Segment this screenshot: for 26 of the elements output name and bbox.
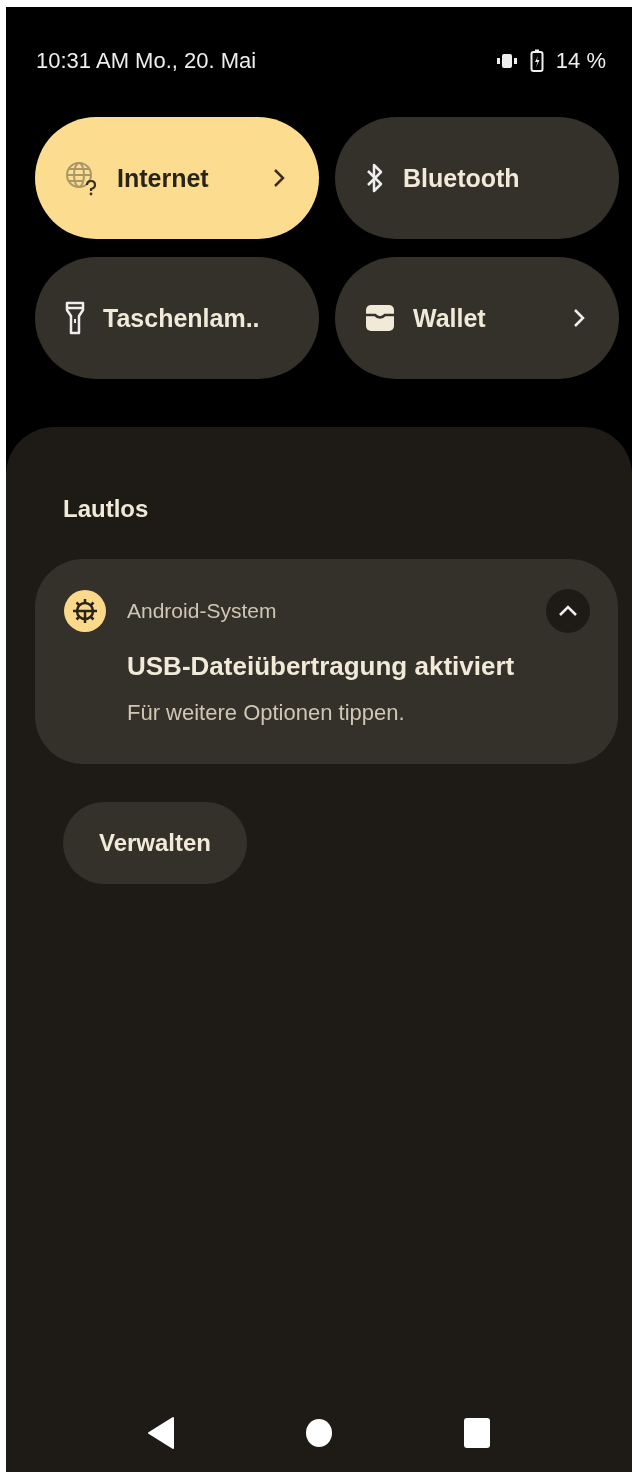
wallet-icon	[365, 303, 395, 333]
quick-settings-tile[interactable]: Internet	[35, 117, 319, 239]
quick-settings-tile[interactable]: Wallet	[335, 257, 619, 379]
notification-text: Für weitere Optionen tippen.	[127, 700, 406, 726]
battery-percentage: 14 %	[555, 48, 606, 74]
notification-card[interactable]: Android-System USB-Dateiübertragung aktiviert Für weitere Optionen tippen.	[35, 559, 618, 764]
chevron-right-icon	[573, 308, 585, 328]
gear-icon	[63, 589, 107, 633]
recents-icon[interactable]	[463, 1417, 491, 1449]
bluetooth-icon	[365, 162, 385, 194]
home-icon[interactable]	[305, 1418, 333, 1448]
chevron-up-icon	[558, 605, 578, 617]
flashlight-icon	[65, 301, 85, 335]
notification-title: USB-Dateiübertragung aktiviert	[127, 651, 516, 682]
collapse-button[interactable]	[546, 589, 590, 633]
section-heading: Lautlos	[63, 495, 150, 523]
quick-settings-tile[interactable]: Taschenlam..	[35, 257, 319, 379]
quick-settings-tile[interactable]: Bluetooth	[335, 117, 619, 239]
app-name: Android-System	[127, 599, 278, 623]
chevron-right-icon	[273, 168, 285, 188]
back-icon[interactable]	[147, 1416, 175, 1450]
globe-question-icon	[65, 160, 99, 196]
manage-button[interactable]: Verwalten	[63, 802, 247, 884]
vibrate-icon	[495, 52, 518, 70]
battery-charging-icon	[529, 49, 544, 73]
status-time-date: 10:31 AM Mo., 20. Mai	[36, 48, 257, 74]
